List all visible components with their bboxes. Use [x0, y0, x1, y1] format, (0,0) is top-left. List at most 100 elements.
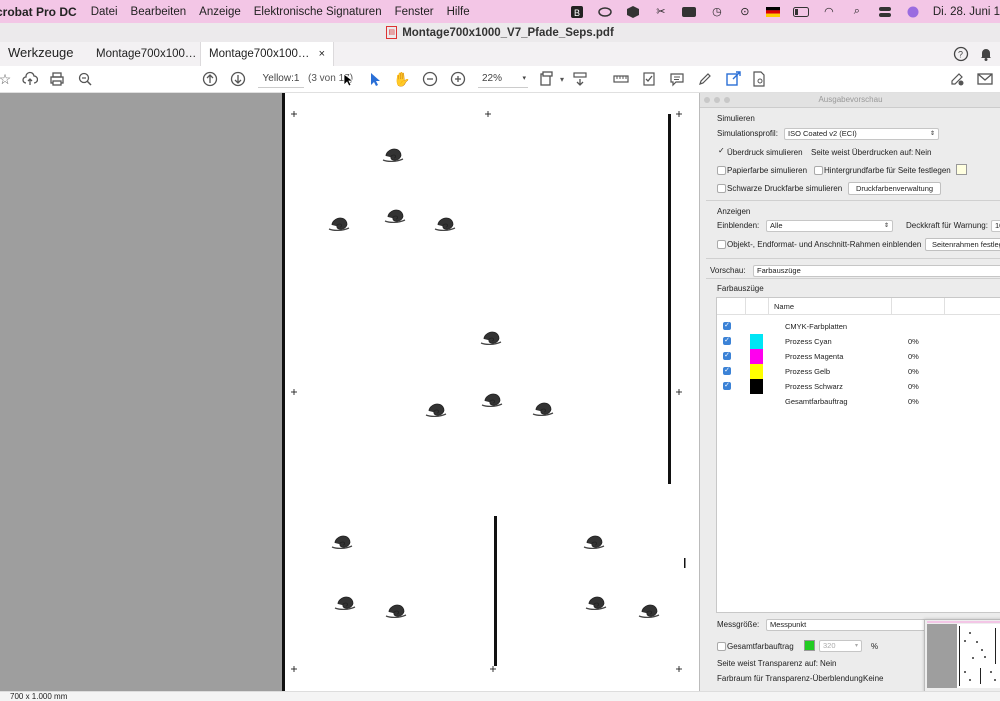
launcher-icon[interactable] [681, 6, 697, 18]
comment-icon[interactable] [668, 70, 686, 88]
spotlight-search-icon[interactable]: ⌕ [849, 5, 865, 18]
minimize-window-icon[interactable] [714, 97, 720, 103]
document-edit-icon[interactable] [750, 70, 768, 88]
separation-row-cyan[interactable]: ✓ Prozess Cyan 0% [717, 334, 1000, 349]
menu-signaturen[interactable]: Elektronische Signaturen [254, 6, 382, 18]
separations-header: Name [717, 298, 1000, 315]
tools-tab[interactable]: Werkzeuge [8, 45, 74, 60]
total-ink-color-swatch[interactable] [804, 640, 815, 651]
page-thumbnail[interactable] [924, 619, 1000, 691]
separation-value: 0% [908, 367, 919, 376]
separation-row-magenta[interactable]: ✓ Prozess Magenta 0% [717, 349, 1000, 364]
menu-anzeige[interactable]: Anzeige [199, 6, 241, 18]
simulate-heading: Simulieren [717, 114, 755, 123]
window-controls [704, 97, 734, 103]
simulation-profile-select[interactable]: ISO Coated v2 (ECI) ⇕ [784, 128, 939, 140]
clock[interactable]: Di. 28. Juni 1 [933, 6, 1000, 18]
document-tab-2-label: Montage700x100… [209, 48, 310, 60]
time-machine-icon[interactable]: ◷ [709, 6, 725, 18]
panel-title-bar[interactable]: Ausgabevorschau [700, 93, 1000, 108]
menu-bearbeiten[interactable]: Bearbeiten [131, 6, 187, 18]
total-ink-value-select[interactable]: 320 ▾ [819, 640, 862, 652]
svg-text:?: ? [958, 50, 963, 60]
opacity-warning-input[interactable]: 10 [991, 220, 1000, 232]
close-window-icon[interactable] [704, 97, 710, 103]
select-arrow-icon[interactable] [366, 70, 384, 88]
previous-page-icon[interactable] [201, 70, 219, 88]
cube-icon[interactable] [625, 5, 641, 18]
overprint-label: Überdruck simulieren [727, 148, 803, 157]
simulation-profile-value: ISO Coated v2 (ECI) [788, 129, 857, 138]
cloud-upload-icon[interactable] [21, 70, 39, 88]
document-background-area [0, 93, 282, 691]
menu-datei[interactable]: Datei [91, 6, 118, 18]
wifi-icon[interactable]: ◠ [821, 6, 837, 18]
measure-size-select[interactable]: Messpunkt [766, 619, 931, 631]
document-page[interactable] [282, 93, 698, 691]
measure-ruler-icon[interactable] [612, 70, 630, 88]
separation-row-black[interactable]: ✓ Prozess Schwarz 0% [717, 379, 1000, 394]
menu-bar: crobat Pro DC Datei Bearbeiten Anzeige E… [0, 0, 1000, 23]
separation-value: 0% [908, 352, 919, 361]
separation-checkbox-cmyk[interactable]: ✓ [723, 322, 731, 330]
page-number-input[interactable]: Yellow:1 [258, 71, 304, 88]
show-boxes-checkbox[interactable] [717, 240, 726, 249]
app-menu[interactable]: crobat Pro DC [0, 5, 77, 19]
separation-checkbox-yellow[interactable]: ✓ [723, 367, 731, 375]
next-page-icon[interactable] [229, 70, 247, 88]
document-tab-1[interactable]: Montage700x100… [88, 42, 204, 66]
hand-tool-icon[interactable]: ✋ [393, 70, 411, 88]
scrolling-mode-icon[interactable] [571, 70, 589, 88]
menu-fenster[interactable]: Fenster [395, 6, 434, 18]
export-pdf-icon[interactable] [724, 70, 742, 88]
creative-cloud-icon[interactable] [597, 6, 613, 18]
zoom-search-icon[interactable] [76, 70, 94, 88]
battery-icon[interactable] [792, 6, 809, 18]
separation-checkbox-magenta[interactable]: ✓ [723, 352, 731, 360]
name-column-header[interactable]: Name [774, 302, 794, 311]
email-icon[interactable] [976, 70, 994, 88]
separation-checkbox-cyan[interactable]: ✓ [723, 337, 731, 345]
page-display-chevron-icon[interactable]: ▾ [553, 70, 571, 88]
simulation-profile-label: Simulationsprofil: [717, 129, 778, 138]
bookmark-star-icon[interactable]: ☆ [0, 70, 14, 88]
german-flag-icon[interactable] [765, 6, 781, 18]
show-select[interactable]: Alle ⇕ [766, 220, 893, 232]
preview-select[interactable]: Farbauszüge [753, 265, 1000, 277]
separation-row-total-ink[interactable]: Gesamtfarbauftrag 0% [717, 394, 1000, 409]
page-boxes-button[interactable]: Seitenrahmen festleg [925, 238, 1000, 251]
background-color-swatch[interactable] [956, 164, 967, 175]
black-ink-checkbox[interactable] [717, 184, 726, 193]
notifications-bell-icon[interactable] [978, 46, 994, 62]
background-color-checkbox[interactable] [814, 166, 823, 175]
zoom-window-icon[interactable] [724, 97, 730, 103]
preview-label: Vorschau: [710, 266, 746, 275]
print-icon[interactable] [48, 70, 66, 88]
separation-row-yellow[interactable]: ✓ Prozess Gelb 0% [717, 364, 1000, 379]
overprint-checkbox[interactable] [717, 146, 726, 157]
menu-hilfe[interactable]: Hilfe [447, 6, 470, 18]
document-tab-2[interactable]: Montage700x100… × [200, 42, 335, 66]
percent-label: % [871, 642, 879, 651]
help-icon[interactable]: ? [953, 46, 969, 62]
separation-checkbox-black[interactable]: ✓ [723, 382, 731, 390]
draw-pen-icon[interactable] [696, 70, 714, 88]
b-app-icon[interactable]: B [569, 5, 585, 18]
control-center-icon[interactable] [877, 6, 893, 18]
zoom-out-icon[interactable] [421, 70, 439, 88]
close-tab-icon[interactable]: × [319, 48, 325, 60]
zoom-level-select[interactable]: 22% ▾ [478, 71, 528, 88]
ink-manager-button[interactable]: Druckfarbenverwaltung [848, 182, 941, 195]
paper-color-checkbox[interactable] [717, 166, 726, 175]
fill-sign-icon[interactable] [640, 70, 658, 88]
sign-link-icon[interactable] [948, 70, 966, 88]
output-preview-panel: Ausgabevorschau Simulieren Simulationspr… [699, 93, 1000, 691]
siri-icon[interactable] [905, 6, 921, 18]
play-icon[interactable]: ⊙ [737, 6, 753, 18]
total-ink-checkbox[interactable] [717, 642, 726, 651]
column-divider [891, 298, 892, 314]
tools-icon[interactable]: ✂ [653, 6, 669, 18]
document-tab-1-label: Montage700x100… [96, 48, 197, 60]
separation-row-cmyk[interactable]: ✓ CMYK-Farbplatten [717, 319, 1000, 334]
zoom-in-icon[interactable] [449, 70, 467, 88]
